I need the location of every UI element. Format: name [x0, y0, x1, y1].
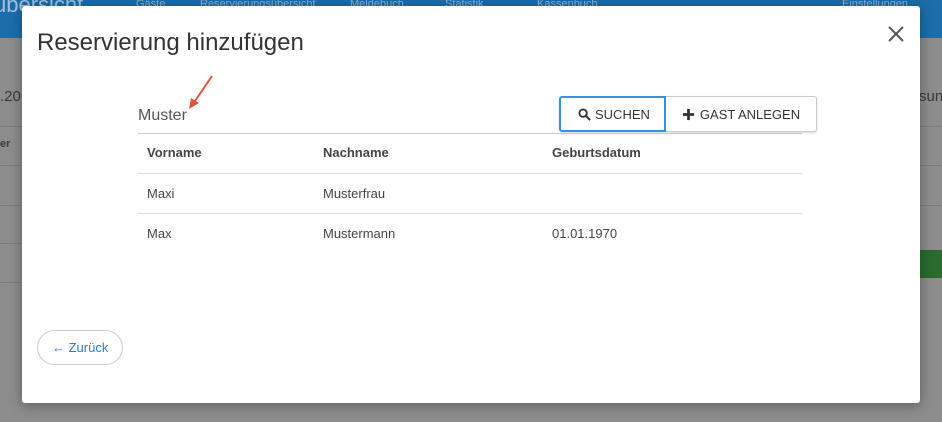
- background-divider: [0, 126, 22, 127]
- table-header-row: Vorname Nachname Geburtsdatum: [138, 133, 802, 174]
- annotation-arrow-icon: [189, 75, 213, 109]
- column-header-lastname: Nachname: [314, 133, 543, 174]
- guest-results-table: Vorname Nachname Geburtsdatum Maxi Muste…: [138, 133, 802, 253]
- background-right-text: sun: [919, 88, 942, 105]
- background-divider: [0, 205, 22, 206]
- plus-icon: [682, 107, 696, 121]
- add-reservation-modal: Reservierung hinzufügen SUCHEN: [22, 6, 920, 403]
- background-divider: [920, 165, 942, 166]
- column-header-birthdate: Geburtsdatum: [543, 133, 802, 174]
- background-divider: [920, 205, 942, 206]
- cell-birthdate: [543, 173, 802, 214]
- back-button[interactable]: ← Zurück: [37, 330, 124, 365]
- column-header-firstname: Vorname: [138, 133, 314, 174]
- modal-title: Reservierung hinzufügen: [37, 29, 304, 56]
- background-divider: [920, 126, 942, 127]
- background-divider: [0, 282, 22, 283]
- background-divider: [0, 243, 22, 244]
- background-green-button: [919, 250, 942, 278]
- cell-firstname: Max: [147, 225, 172, 241]
- background-left-text: .20: [0, 88, 21, 105]
- search-icon: [577, 107, 591, 121]
- search-button-label: SUCHEN: [595, 106, 650, 122]
- cell-firstname: Maxi: [138, 173, 314, 214]
- background-left-header: er: [0, 138, 11, 150]
- close-button[interactable]: [884, 22, 908, 46]
- background-divider: [0, 165, 22, 166]
- cell-lastname: Mustermann: [323, 225, 396, 241]
- cell-birthdate: 01.01.1970: [552, 225, 618, 241]
- table-row[interactable]: Max Mustermann 01.01.1970: [138, 213, 802, 253]
- table-row[interactable]: Maxi Musterfrau: [138, 173, 802, 214]
- search-button[interactable]: SUCHEN: [559, 96, 666, 132]
- add-guest-button[interactable]: GAST ANLEGEN: [665, 96, 818, 132]
- close-icon: [888, 26, 904, 42]
- search-button-group: SUCHEN GAST ANLEGEN: [559, 96, 818, 132]
- add-guest-button-label: GAST ANLEGEN: [699, 106, 801, 122]
- cell-lastname: Musterfrau: [314, 173, 543, 214]
